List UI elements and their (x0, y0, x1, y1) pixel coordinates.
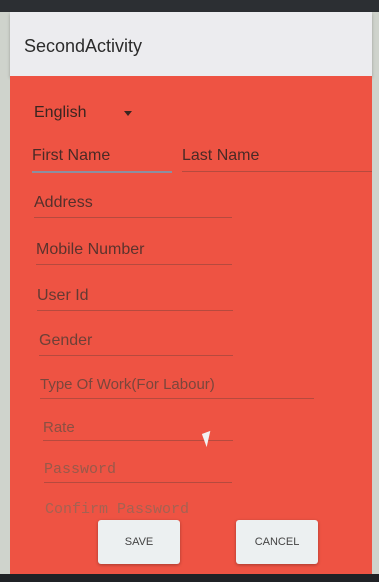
status-bar (0, 0, 379, 12)
user-id-hint: User Id (37, 287, 89, 304)
password-hint: Password (44, 461, 117, 478)
mobile-number-hint: Mobile Number (36, 241, 145, 258)
gender-hint: Gender (39, 332, 93, 349)
confirm-password-hint: Confirm Password (45, 501, 190, 518)
dropdown-arrow-icon (124, 111, 132, 116)
gender-underline (39, 355, 233, 356)
rate-field[interactable]: Rate (43, 418, 233, 441)
confirm-password-field[interactable]: Confirm Password (45, 500, 189, 520)
address-field[interactable]: Address (34, 193, 232, 218)
mobile-number-underline (36, 264, 232, 265)
mobile-number-field[interactable]: Mobile Number (36, 240, 232, 265)
address-underline (34, 217, 232, 218)
cancel-button[interactable]: CANCEL (236, 520, 318, 564)
page-title: SecondActivity (24, 36, 143, 56)
background-edge-left (0, 12, 10, 582)
address-hint: Address (34, 194, 93, 211)
navigation-bar (0, 574, 379, 582)
last-name-underline (182, 171, 372, 172)
type-of-work-underline (40, 398, 314, 399)
first-name-underline (32, 171, 172, 173)
gender-field[interactable]: Gender (39, 331, 233, 356)
background-edge-right (372, 12, 379, 582)
save-button[interactable]: SAVE (98, 520, 180, 564)
type-of-work-hint: Type Of Work(For Labour) (40, 376, 215, 393)
language-spinner-value: English (34, 104, 87, 121)
user-id-underline (37, 310, 233, 311)
registration-form: English First Name Last Name Address Mob… (10, 76, 372, 574)
rate-hint: Rate (43, 419, 75, 436)
app-bar: SecondActivity (10, 12, 372, 76)
password-underline (44, 482, 232, 483)
password-field[interactable]: Password (44, 460, 232, 483)
last-name-field[interactable]: Last Name (182, 146, 372, 172)
type-of-work-field[interactable]: Type Of Work(For Labour) (40, 375, 314, 399)
last-name-hint: Last Name (182, 147, 260, 164)
language-spinner[interactable]: English (34, 104, 132, 122)
first-name-field[interactable]: First Name (32, 146, 172, 173)
user-id-field[interactable]: User Id (37, 286, 233, 311)
first-name-hint: First Name (32, 147, 111, 164)
